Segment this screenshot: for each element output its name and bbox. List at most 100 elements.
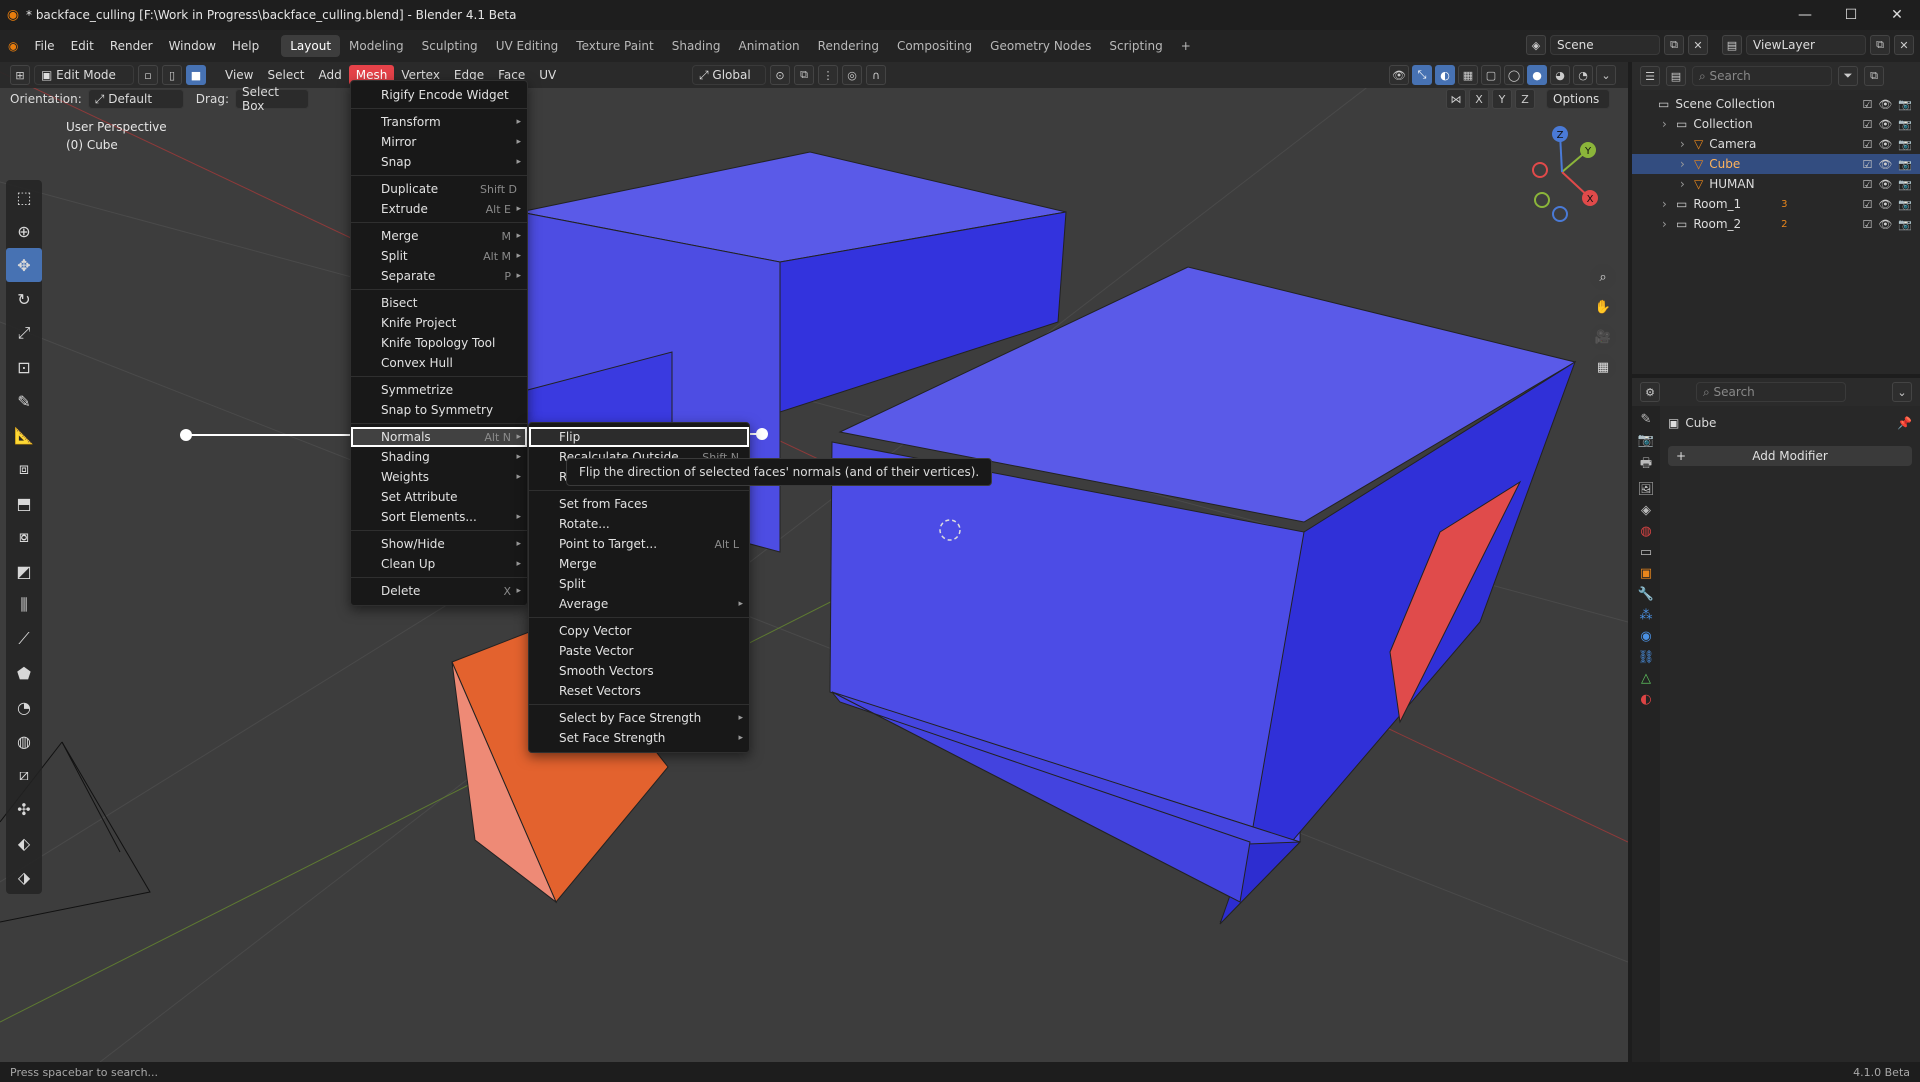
chevron-icon[interactable]: › — [1662, 117, 1676, 131]
viewlayer-name-field[interactable]: ViewLayer — [1746, 35, 1866, 55]
measure-tool-icon[interactable]: 📐 — [6, 418, 42, 452]
view-layer-tab-icon[interactable]: 🖼 — [1638, 482, 1655, 497]
chevron-icon[interactable]: › — [1662, 217, 1676, 231]
object-tab-icon[interactable]: ▣ — [1640, 566, 1652, 581]
mesh-menu-item-delete[interactable]: Delete X ▸ — [351, 581, 527, 601]
checkbox-icon[interactable]: ☑ — [1862, 158, 1872, 171]
proportional-edit-icon[interactable]: ◎ — [842, 65, 862, 85]
outliner-row-human[interactable]: › ▽ HUMAN ☑ 👁 📷 — [1632, 174, 1920, 194]
chevron-icon[interactable]: › — [1680, 177, 1694, 191]
maximize-button[interactable]: ☐ — [1828, 0, 1874, 30]
mesh-menu-item-transform[interactable]: Transform ▸ — [351, 112, 527, 132]
viewport-menu-select[interactable]: Select — [260, 65, 311, 85]
display-mode-icon[interactable]: ▤ — [1666, 66, 1686, 86]
mesh-edit-overlay-icon[interactable]: ▦ — [1458, 65, 1478, 85]
mesh-menu-item-shading[interactable]: Shading ▸ — [351, 447, 527, 467]
scene-name-field[interactable]: Scene — [1550, 35, 1660, 55]
tab-scripting[interactable]: Scripting — [1100, 35, 1171, 57]
tab-uv-editing[interactable]: UV Editing — [487, 35, 568, 57]
eye-icon[interactable]: 👁 — [1878, 178, 1892, 191]
menu-window[interactable]: Window — [161, 35, 224, 57]
world-tab-icon[interactable]: ◍ — [1640, 524, 1651, 539]
mesh-menu-item-convex-hull[interactable]: Convex Hull — [351, 353, 527, 373]
collection-tab-icon[interactable]: ▭ — [1640, 545, 1652, 560]
scene-tab-icon[interactable]: ◈ — [1641, 503, 1651, 518]
constraints-tab-icon[interactable]: ⛓ — [1638, 650, 1655, 665]
minimize-button[interactable]: — — [1782, 0, 1828, 30]
properties-options-icon[interactable]: ⌄ — [1892, 382, 1912, 402]
mesh-symmetry-icon[interactable]: ⋈ — [1446, 89, 1466, 109]
add-modifier-button[interactable]: + Add Modifier — [1668, 446, 1912, 466]
mesh-menu-item-mirror[interactable]: Mirror ▸ — [351, 132, 527, 152]
xray-icon[interactable]: ▢ — [1481, 65, 1501, 85]
material-shading-icon[interactable]: ◕ — [1550, 65, 1570, 85]
normals-menu-item-set-face-strength[interactable]: Set Face Strength ▸ — [529, 728, 749, 748]
checkbox-icon[interactable]: ☑ — [1862, 118, 1872, 131]
knife-tool-icon[interactable]: ⟋ — [6, 622, 42, 656]
viewport-menu-view[interactable]: View — [218, 65, 260, 85]
eye-icon[interactable]: 👁 — [1878, 218, 1892, 231]
snap-target-icon[interactable]: ⋮ — [818, 65, 838, 85]
tab-rendering[interactable]: Rendering — [809, 35, 888, 57]
tab-shading[interactable]: Shading — [663, 35, 730, 57]
new-collection-icon[interactable]: ⧉ — [1864, 66, 1884, 86]
chevron-icon[interactable]: › — [1680, 157, 1694, 171]
normals-menu-item-smooth-vectors[interactable]: Smooth Vectors — [529, 661, 749, 681]
checkbox-icon[interactable]: ☑ — [1862, 198, 1872, 211]
camera-icon[interactable]: 📷 — [1898, 118, 1912, 131]
solid-shading-icon[interactable]: ● — [1527, 65, 1547, 85]
cursor-tool-icon[interactable]: ⊕ — [6, 214, 42, 248]
navigation-gizmo[interactable]: Y X Z — [1512, 122, 1612, 222]
normals-menu-item-merge[interactable]: Merge — [529, 554, 749, 574]
mesh-menu-item-normals[interactable]: Normals Alt N ▸ — [351, 427, 527, 447]
mesh-menu-item-snap-to-symmetry[interactable]: Snap to Symmetry — [351, 400, 527, 420]
camera-icon[interactable]: 📷 — [1898, 138, 1912, 151]
rotate-tool-icon[interactable]: ↻ — [6, 282, 42, 316]
editor-type-icon[interactable]: ⊞ — [10, 65, 30, 85]
3d-viewport[interactable]: ⊞ ▣ Edit Mode ▫ ▯ ■ View Select Add Mesh Ver… — [0, 62, 1628, 1062]
checkbox-icon[interactable]: ☑ — [1862, 218, 1872, 231]
rendered-shading-icon[interactable]: ◔ — [1573, 65, 1593, 85]
tab-texture-paint[interactable]: Texture Paint — [567, 35, 662, 57]
edge-slide-tool-icon[interactable]: ⧄ — [6, 758, 42, 792]
output-tab-icon[interactable]: 🖶 — [1640, 454, 1652, 476]
outliner-row-camera[interactable]: › ▽ Camera ☑ 👁 📷 — [1632, 134, 1920, 154]
eye-icon[interactable]: 👁 — [1878, 198, 1892, 211]
mesh-menu-item-sort-elements[interactable]: Sort Elements... ▸ — [351, 507, 527, 527]
pivot-point-icon[interactable]: ⊙ — [770, 65, 790, 85]
bevel-tool-icon[interactable]: ◩ — [6, 554, 42, 588]
outliner-row-room-2[interactable]: › ▭ Room_2 2 ☑ 👁 📷 — [1632, 214, 1920, 234]
viewport-menu-add[interactable]: Add — [312, 65, 349, 85]
outliner-search-input[interactable]: ⌕ Search — [1692, 66, 1832, 86]
delete-scene-icon[interactable]: ✕ — [1688, 35, 1708, 55]
tool-tab-icon[interactable]: ✎ — [1641, 412, 1652, 427]
loop-cut-tool-icon[interactable]: ⫼ — [6, 588, 42, 622]
select-box-tool-icon[interactable]: ⬚ — [6, 180, 42, 214]
camera-view-icon[interactable]: 🎥 — [1590, 324, 1616, 350]
physics-tab-icon[interactable]: ◉ — [1640, 629, 1651, 644]
data-tab-icon[interactable]: △ — [1641, 671, 1651, 686]
drag-dropdown[interactable]: Select Box — [234, 85, 309, 113]
wireframe-shading-icon[interactable]: ◯ — [1504, 65, 1524, 85]
scale-tool-icon[interactable]: ⤢ — [6, 316, 42, 350]
mesh-menu-item-show-hide[interactable]: Show/Hide ▸ — [351, 534, 527, 554]
normals-menu-item-paste-vector[interactable]: Paste Vector — [529, 641, 749, 661]
transform-tool-icon[interactable]: ⊡ — [6, 350, 42, 384]
mesh-menu-item-bisect[interactable]: Bisect — [351, 293, 527, 313]
eye-icon[interactable]: 👁 — [1878, 158, 1892, 171]
eye-icon[interactable]: 👁 — [1878, 138, 1892, 151]
extrude-tool-icon[interactable]: ⬒ — [6, 486, 42, 520]
normals-menu-item-point-to-target[interactable]: Point to Target... Alt L — [529, 534, 749, 554]
viewlayer-browse-icon[interactable]: ▤ — [1722, 35, 1742, 55]
menu-edit[interactable]: Edit — [63, 35, 102, 57]
tab-geometry-nodes[interactable]: Geometry Nodes — [981, 35, 1100, 57]
properties-search-input[interactable]: ⌕ Search — [1696, 382, 1846, 402]
modifier-tab-icon[interactable]: 🔧 — [1638, 587, 1654, 602]
chevron-icon[interactable]: › — [1662, 197, 1676, 211]
mesh-menu-item-knife-topology-tool[interactable]: Knife Topology Tool — [351, 333, 527, 353]
mesh-menu-item-weights[interactable]: Weights ▸ — [351, 467, 527, 487]
mirror-x-toggle[interactable]: X — [1469, 89, 1489, 109]
delete-viewlayer-icon[interactable]: ✕ — [1894, 35, 1914, 55]
normals-menu-item-average[interactable]: Average ▸ — [529, 594, 749, 614]
viewport-menu-uv[interactable]: UV — [532, 65, 563, 85]
